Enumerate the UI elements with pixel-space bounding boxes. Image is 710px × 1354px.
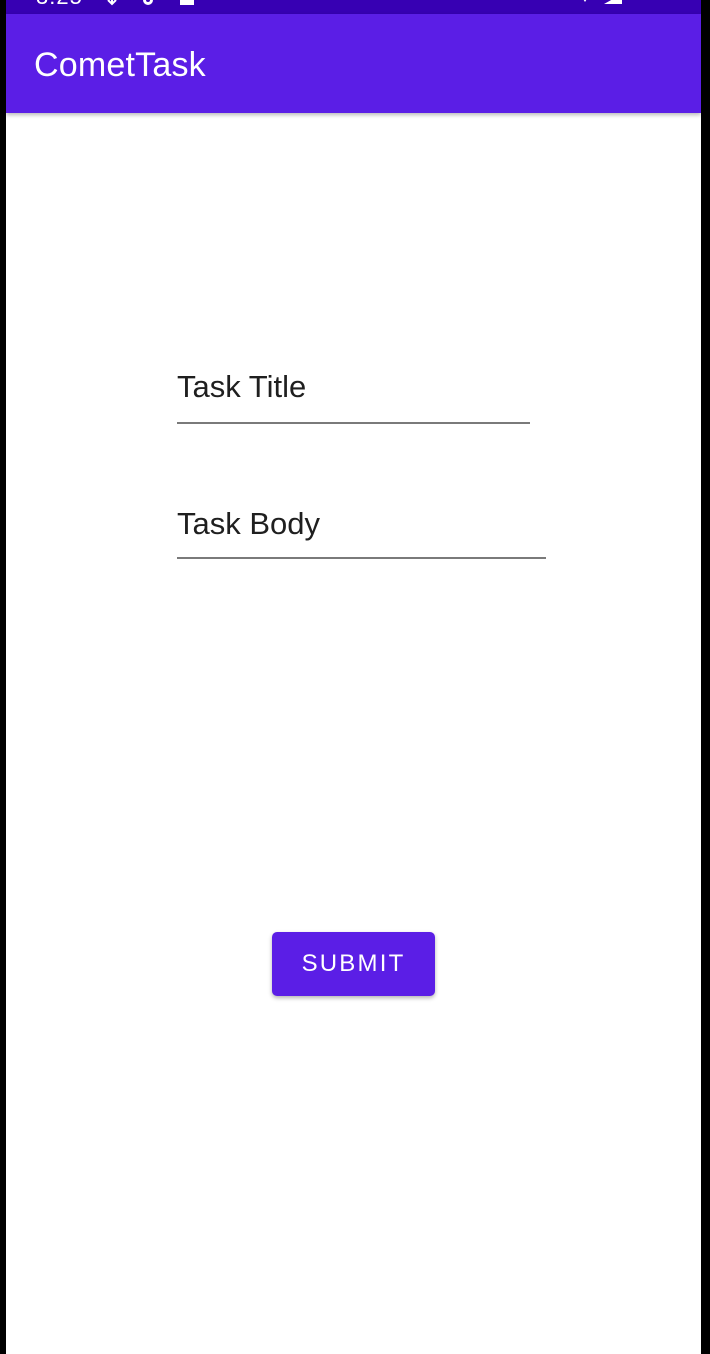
settings-icon [140,0,154,8]
app-bar: CometTask [6,14,701,113]
wifi-icon [578,0,592,8]
status-bar: 3:25 [6,0,701,14]
battery-icon [638,0,652,8]
sim-card-icon [180,0,194,8]
app-title: CometTask [34,46,206,84]
task-title-field[interactable] [177,360,530,424]
signal-icon [604,0,622,8]
app-screen: 3:25 CometTask SUBMIT [6,0,701,1354]
task-body-input[interactable] [177,498,546,550]
status-time: 3:25 [36,0,83,8]
task-title-input[interactable] [177,360,530,414]
task-body-field[interactable] [177,498,546,559]
submit-button[interactable]: SUBMIT [272,932,435,996]
download-icon [105,0,119,8]
